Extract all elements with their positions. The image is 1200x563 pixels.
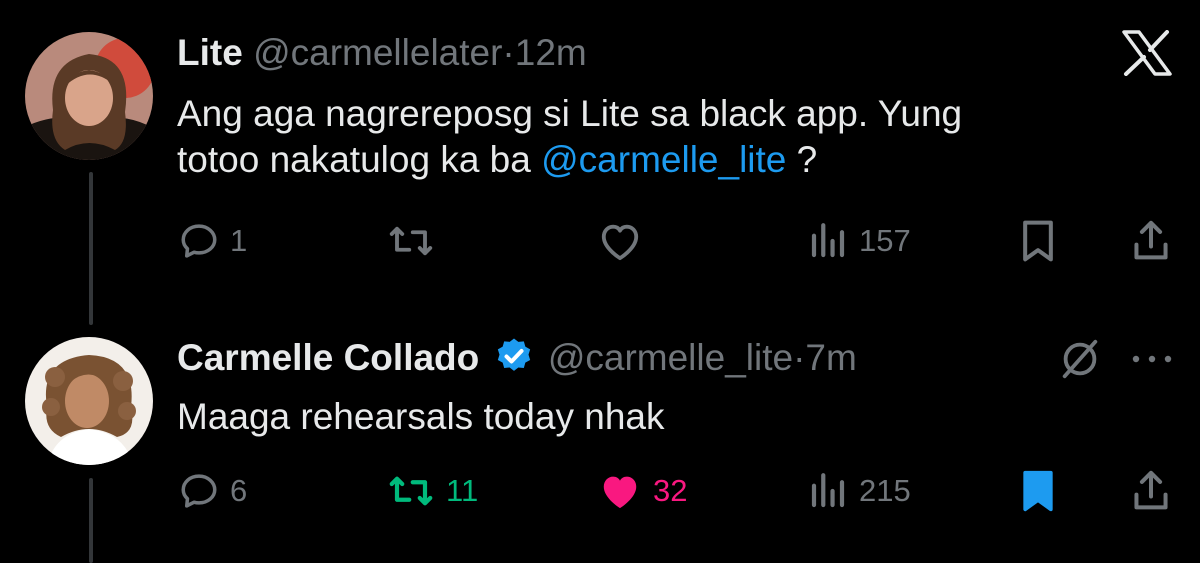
reply-count: 6 (230, 473, 248, 508)
bookmark-button[interactable] (1019, 466, 1057, 516)
x-logo-icon[interactable] (1122, 30, 1172, 81)
like-icon (597, 220, 643, 262)
verified-badge-icon (494, 336, 534, 386)
reply-icon (178, 470, 220, 512)
like-count: 32 (653, 473, 688, 508)
author-name[interactable]: Lite (177, 32, 243, 73)
author-handle[interactable]: @carmelle_lite (548, 337, 793, 378)
share-icon (1131, 469, 1171, 513)
tweet-text-line: Ang aga nagrereposg si Lite sa black app… (177, 93, 963, 134)
tweet-header: Lite @carmellelater·12m (177, 31, 587, 75)
like-button[interactable] (597, 216, 643, 266)
views-count: 157 (859, 223, 911, 258)
retweet-button[interactable]: 11 (386, 466, 478, 516)
retweet-button[interactable] (386, 216, 436, 266)
reply-icon (178, 220, 220, 262)
heart-filled-icon (597, 470, 643, 512)
bookmark-button[interactable] (1019, 216, 1057, 266)
views-button[interactable]: 157 (807, 216, 911, 266)
retweet-count: 11 (446, 473, 479, 508)
separator-dot: · (502, 32, 515, 73)
views-icon (807, 220, 849, 262)
author-name[interactable]: Carmelle Collado (177, 337, 479, 378)
avatar[interactable] (25, 337, 153, 465)
retweet-icon (386, 220, 436, 262)
tweet-text-line: totoo nakatulog ka ba @carmelle_lite ? (177, 137, 962, 183)
more-icon[interactable] (1130, 352, 1174, 371)
reply-count: 1 (230, 223, 248, 258)
timestamp[interactable]: 12m (515, 32, 587, 73)
thread-line (89, 172, 93, 325)
author-handle[interactable]: @carmellelater (253, 32, 502, 73)
like-button[interactable]: 32 (597, 466, 687, 516)
tweet-header: Carmelle Collado @carmelle_lite·7m (177, 336, 857, 386)
views-icon (807, 470, 849, 512)
views-button[interactable]: 215 (807, 466, 911, 516)
timestamp[interactable]: 7m (805, 337, 856, 378)
share-icon (1131, 219, 1171, 263)
separator-dot: · (793, 337, 806, 378)
share-button[interactable] (1131, 466, 1171, 516)
bookmark-icon (1019, 219, 1057, 263)
views-count: 215 (859, 473, 911, 508)
reply-button[interactable]: 6 (178, 466, 247, 516)
mention-link[interactable]: @carmelle_lite (541, 139, 786, 180)
share-button[interactable] (1131, 216, 1171, 266)
avatar[interactable] (25, 32, 153, 160)
thread-line (89, 478, 93, 563)
tweet-text: Maaga rehearsals today nhak (177, 396, 665, 437)
tweet-text-prefix: totoo nakatulog ka ba (177, 139, 542, 180)
tweet-text: Ang aga nagrereposg si Lite sa black app… (177, 91, 962, 183)
retweet-icon (386, 470, 436, 512)
reply-button[interactable]: 1 (178, 216, 247, 266)
grok-icon[interactable] (1057, 336, 1103, 387)
tweet-text-suffix: ? (786, 139, 818, 180)
bookmark-filled-icon (1019, 469, 1057, 513)
